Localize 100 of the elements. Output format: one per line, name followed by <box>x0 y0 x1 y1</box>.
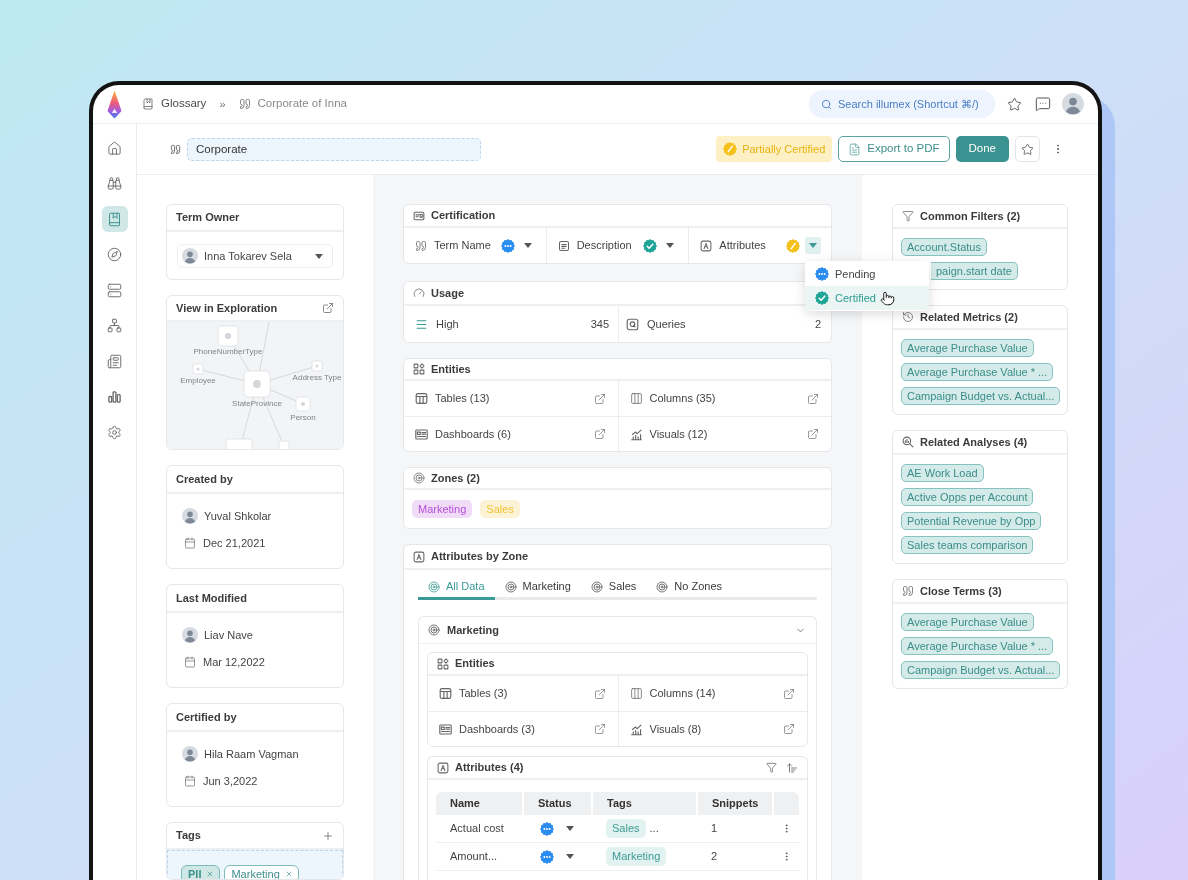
entity-link[interactable]: Columns (14) <box>649 685 716 702</box>
filter-icon[interactable] <box>766 762 777 773</box>
analysis-chip[interactable]: Sales teams comparison <box>901 536 1034 554</box>
caret-down-icon[interactable] <box>566 826 574 831</box>
breadcrumb-separator: » <box>219 96 226 112</box>
chat-icon[interactable] <box>1035 96 1051 112</box>
usage-label: High <box>436 316 459 332</box>
metric-chip[interactable]: Average Purchase Value * ... <box>901 363 1054 381</box>
status-option[interactable]: Pending <box>805 262 929 286</box>
analysis-chip[interactable]: AE Work Load <box>901 464 984 482</box>
entity-link[interactable]: Tables (13) <box>435 390 490 407</box>
caret-down-icon[interactable] <box>566 854 574 859</box>
person-name: Liav Nave <box>204 628 253 643</box>
filter-chip[interactable]: paign.start date <box>931 262 1018 280</box>
caret-down-icon <box>666 243 675 248</box>
home-icon <box>107 140 122 156</box>
node-label: Address Type <box>292 373 342 382</box>
breadcrumb-link[interactable]: Glossary <box>161 95 207 113</box>
external-link-icon[interactable] <box>593 723 606 735</box>
remove-icon[interactable] <box>206 870 215 878</box>
column-header: Name <box>436 792 524 815</box>
graph-node <box>295 396 311 412</box>
sort-icon[interactable] <box>786 761 798 774</box>
graph-node <box>192 363 204 375</box>
star-icon[interactable] <box>1007 96 1022 112</box>
entity-link[interactable]: Columns (35) <box>649 390 716 407</box>
card-title: Certification <box>431 208 496 224</box>
card-title: Entities <box>431 361 471 377</box>
zone-tab[interactable]: No Zones <box>646 576 733 600</box>
metric-chip[interactable]: Campaign Budget vs. Actual... <box>901 387 1061 405</box>
quote-icon <box>170 143 181 155</box>
bar-chart-icon <box>107 389 122 404</box>
target-icon <box>656 580 669 593</box>
tag-chip: PII <box>181 865 221 879</box>
search-icon <box>821 98 832 110</box>
tag-chip: Marketing <box>606 847 667 866</box>
card-title: Attributes (4) <box>455 760 524 776</box>
dashboard-icon <box>439 722 452 736</box>
done-button[interactable]: Done <box>955 136 1009 162</box>
term-name-field[interactable]: Corporate <box>187 137 481 161</box>
card-title: View in Exploration <box>176 300 278 316</box>
compass-icon <box>107 247 122 262</box>
owner-select[interactable]: Inna Tokarev Sela <box>177 244 333 268</box>
node-label: PhoneNumberType <box>193 347 263 356</box>
external-link-icon[interactable] <box>593 428 606 440</box>
entity-link[interactable]: Visuals (12) <box>649 425 708 443</box>
zone-tag: Sales <box>480 500 520 518</box>
search-chart-icon <box>902 436 914 448</box>
shapes-grid-icon <box>413 363 425 375</box>
caret-down-icon[interactable] <box>315 253 323 259</box>
export-button[interactable]: Export to PDF <box>838 136 950 162</box>
dashboard-icon <box>415 427 428 441</box>
quote-icon <box>238 98 251 110</box>
external-link-icon[interactable] <box>783 687 795 700</box>
nav-button[interactable] <box>101 206 128 232</box>
remove-icon[interactable] <box>284 870 293 878</box>
external-link-icon[interactable] <box>783 723 795 735</box>
favorite-button[interactable] <box>1015 136 1040 162</box>
entity-link[interactable]: Dashboards (3) <box>459 720 535 738</box>
column-header: Snippets <box>698 792 774 815</box>
add-icon[interactable] <box>322 829 334 842</box>
external-link-icon[interactable] <box>807 428 819 440</box>
term-chip[interactable]: Average Purchase Value <box>901 613 1034 631</box>
external-link-icon[interactable] <box>593 687 606 700</box>
node-label: Employee <box>180 376 216 385</box>
card-title: Zones (2) <box>431 470 480 486</box>
term-chip[interactable]: Campaign Budget vs. Actual... <box>901 661 1061 679</box>
date-text: Mar 12,2022 <box>203 654 265 670</box>
avatar-icon[interactable] <box>1062 93 1084 115</box>
entity-link[interactable]: Dashboards (6) <box>435 425 511 443</box>
zone-tab[interactable]: All Data <box>418 576 495 600</box>
certification-item-label: Attributes <box>719 238 766 254</box>
target-icon <box>504 580 517 593</box>
network-icon <box>107 318 122 333</box>
id-card-icon <box>413 209 425 222</box>
zone-tab[interactable]: Marketing <box>494 576 581 600</box>
target-icon <box>428 624 440 636</box>
calendar-icon <box>184 774 196 787</box>
quote-icon <box>415 239 427 252</box>
term-chip[interactable]: Average Purchase Value * ... <box>901 637 1054 655</box>
slash-badge-icon <box>723 142 738 156</box>
avatar-icon <box>182 508 198 525</box>
metric-chip[interactable]: Average Purchase Value <box>901 339 1034 357</box>
graph-node <box>217 325 239 347</box>
zone-tab[interactable]: Sales <box>580 576 647 600</box>
external-link-icon[interactable] <box>322 302 334 314</box>
usage-value: 2 <box>814 316 821 332</box>
a-square-icon <box>437 761 449 774</box>
entity-link[interactable]: Visuals (8) <box>649 720 702 738</box>
external-link-icon[interactable] <box>593 392 606 405</box>
analysis-chip[interactable]: Potential Revenue by Opp <box>901 512 1042 530</box>
entity-link[interactable]: Tables (3) <box>459 685 508 702</box>
table-cell-text: Amount... <box>449 849 499 865</box>
column-header: Status <box>524 792 593 815</box>
analysis-chip[interactable]: Active Opps per Account <box>901 488 1034 506</box>
avatar-icon <box>182 248 198 264</box>
status-option[interactable]: Certified <box>805 286 929 310</box>
filter-chip[interactable]: Account.Status <box>901 238 987 256</box>
search-field[interactable]: Search illumex (Shortcut ⌘/) <box>809 90 995 118</box>
external-link-icon[interactable] <box>807 392 819 405</box>
